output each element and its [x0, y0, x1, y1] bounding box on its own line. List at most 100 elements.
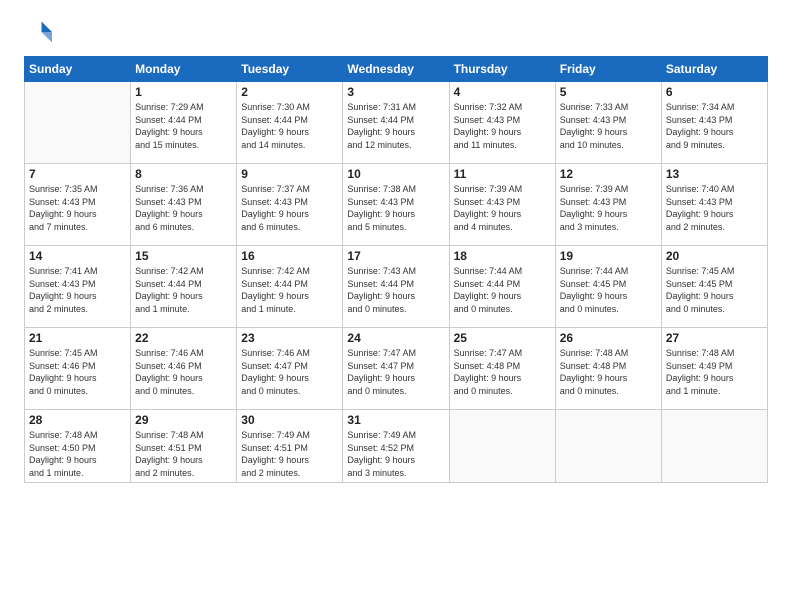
- day-info: Sunrise: 7:45 AMSunset: 4:45 PMDaylight:…: [666, 265, 763, 315]
- header: [24, 18, 768, 46]
- calendar-cell: 29Sunrise: 7:48 AMSunset: 4:51 PMDayligh…: [131, 410, 237, 483]
- calendar-cell: 9Sunrise: 7:37 AMSunset: 4:43 PMDaylight…: [237, 164, 343, 246]
- day-number: 31: [347, 413, 444, 427]
- calendar-cell: 8 Sunrise: 7:36 AMSunset: 4:43 PMDaylight…: [131, 164, 237, 246]
- day-number: 20: [666, 249, 763, 263]
- calendar-cell: 21 Sunrise: 7:45 AMSunset: 4:46 PMDayligh…: [25, 328, 131, 410]
- calendar-cell: 1 Sunrise: 7:29 AMSunset: 4:44 PMDaylight…: [131, 82, 237, 164]
- week-row-3: 14 Sunrise: 7:41 AMSunset: 4:43 PMDayligh…: [25, 246, 768, 328]
- weekday-header-row: SundayMondayTuesdayWednesdayThursdayFrid…: [25, 57, 768, 82]
- calendar-cell: [661, 410, 767, 483]
- week-row-4: 21 Sunrise: 7:45 AMSunset: 4:46 PMDayligh…: [25, 328, 768, 410]
- day-info: Sunrise: 7:38 AMSunset: 4:43 PMDaylight:…: [347, 183, 444, 233]
- day-number: 15: [135, 249, 232, 263]
- week-row-1: 1 Sunrise: 7:29 AMSunset: 4:44 PMDaylight…: [25, 82, 768, 164]
- calendar-cell: 7 Sunrise: 7:35 AMSunset: 4:43 PMDaylight…: [25, 164, 131, 246]
- day-info: Sunrise: 7:45 AMSunset: 4:46 PMDaylight:…: [29, 347, 126, 397]
- day-number: 3: [347, 85, 444, 99]
- day-info: Sunrise: 7:41 AMSunset: 4:43 PMDaylight:…: [29, 265, 126, 315]
- day-number: 13: [666, 167, 763, 181]
- day-number: 10: [347, 167, 444, 181]
- calendar-cell: 23 Sunrise: 7:46 AMSunset: 4:47 PMDayligh…: [237, 328, 343, 410]
- day-number: 23: [241, 331, 338, 345]
- day-number: 9: [241, 167, 338, 181]
- calendar-cell: 18 Sunrise: 7:44 AMSunset: 4:44 PMDayligh…: [449, 246, 555, 328]
- calendar-cell: 16 Sunrise: 7:42 AMSunset: 4:44 PMDayligh…: [237, 246, 343, 328]
- calendar-cell: 14 Sunrise: 7:41 AMSunset: 4:43 PMDayligh…: [25, 246, 131, 328]
- day-info: Sunrise: 7:35 AMSunset: 4:43 PMDaylight:…: [29, 183, 126, 233]
- day-info: Sunrise: 7:47 AMSunset: 4:48 PMDaylight:…: [454, 347, 551, 397]
- day-info: Sunrise: 7:34 AMSunset: 4:43 PMDaylight:…: [666, 101, 763, 151]
- day-info: Sunrise: 7:29 AMSunset: 4:44 PMDaylight:…: [135, 101, 232, 151]
- day-number: 1: [135, 85, 232, 99]
- day-info: Sunrise: 7:43 AMSunset: 4:44 PMDaylight:…: [347, 265, 444, 315]
- day-number: 12: [560, 167, 657, 181]
- weekday-header-tuesday: Tuesday: [237, 57, 343, 82]
- weekday-header-thursday: Thursday: [449, 57, 555, 82]
- day-info: Sunrise: 7:44 AMSunset: 4:45 PMDaylight:…: [560, 265, 657, 315]
- day-info: Sunrise: 7:42 AMSunset: 4:44 PMDaylight:…: [241, 265, 338, 315]
- day-number: 2: [241, 85, 338, 99]
- calendar-cell: 24Sunrise: 7:47 AMSunset: 4:47 PMDayligh…: [343, 328, 449, 410]
- calendar-cell: 11 Sunrise: 7:39 AMSunset: 4:43 PMDayligh…: [449, 164, 555, 246]
- day-info: Sunrise: 7:49 AMSunset: 4:51 PMDaylight:…: [241, 429, 338, 479]
- calendar-cell: 12 Sunrise: 7:39 AMSunset: 4:43 PMDayligh…: [555, 164, 661, 246]
- day-number: 8: [135, 167, 232, 181]
- calendar-cell: 10 Sunrise: 7:38 AMSunset: 4:43 PMDayligh…: [343, 164, 449, 246]
- day-number: 14: [29, 249, 126, 263]
- day-number: 22: [135, 331, 232, 345]
- calendar-cell: 19Sunrise: 7:44 AMSunset: 4:45 PMDayligh…: [555, 246, 661, 328]
- calendar-cell: 25 Sunrise: 7:47 AMSunset: 4:48 PMDayligh…: [449, 328, 555, 410]
- calendar-cell: 2 Sunrise: 7:30 AMSunset: 4:44 PMDaylight…: [237, 82, 343, 164]
- week-row-5: 28Sunrise: 7:48 AMSunset: 4:50 PMDayligh…: [25, 410, 768, 483]
- day-number: 21: [29, 331, 126, 345]
- calendar-cell: 28Sunrise: 7:48 AMSunset: 4:50 PMDayligh…: [25, 410, 131, 483]
- calendar-cell: [555, 410, 661, 483]
- calendar: SundayMondayTuesdayWednesdayThursdayFrid…: [24, 56, 768, 483]
- day-info: Sunrise: 7:48 AMSunset: 4:49 PMDaylight:…: [666, 347, 763, 397]
- day-info: Sunrise: 7:42 AMSunset: 4:44 PMDaylight:…: [135, 265, 232, 315]
- week-row-2: 7 Sunrise: 7:35 AMSunset: 4:43 PMDaylight…: [25, 164, 768, 246]
- weekday-header-monday: Monday: [131, 57, 237, 82]
- day-number: 6: [666, 85, 763, 99]
- day-info: Sunrise: 7:30 AMSunset: 4:44 PMDaylight:…: [241, 101, 338, 151]
- day-number: 5: [560, 85, 657, 99]
- day-info: Sunrise: 7:46 AMSunset: 4:46 PMDaylight:…: [135, 347, 232, 397]
- calendar-cell: 26Sunrise: 7:48 AMSunset: 4:48 PMDayligh…: [555, 328, 661, 410]
- day-number: 18: [454, 249, 551, 263]
- calendar-cell: 20 Sunrise: 7:45 AMSunset: 4:45 PMDayligh…: [661, 246, 767, 328]
- day-number: 25: [454, 331, 551, 345]
- day-number: 16: [241, 249, 338, 263]
- day-info: Sunrise: 7:40 AMSunset: 4:43 PMDaylight:…: [666, 183, 763, 233]
- logo: [24, 18, 56, 46]
- day-number: 30: [241, 413, 338, 427]
- calendar-cell: 13 Sunrise: 7:40 AMSunset: 4:43 PMDayligh…: [661, 164, 767, 246]
- weekday-header-wednesday: Wednesday: [343, 57, 449, 82]
- weekday-header-friday: Friday: [555, 57, 661, 82]
- day-info: Sunrise: 7:48 AMSunset: 4:51 PMDaylight:…: [135, 429, 232, 479]
- calendar-cell: 6 Sunrise: 7:34 AMSunset: 4:43 PMDaylight…: [661, 82, 767, 164]
- day-info: Sunrise: 7:48 AMSunset: 4:50 PMDaylight:…: [29, 429, 126, 479]
- day-number: 11: [454, 167, 551, 181]
- calendar-cell: 15 Sunrise: 7:42 AMSunset: 4:44 PMDayligh…: [131, 246, 237, 328]
- day-number: 7: [29, 167, 126, 181]
- day-info: Sunrise: 7:39 AMSunset: 4:43 PMDaylight:…: [454, 183, 551, 233]
- day-info: Sunrise: 7:44 AMSunset: 4:44 PMDaylight:…: [454, 265, 551, 315]
- day-info: Sunrise: 7:39 AMSunset: 4:43 PMDaylight:…: [560, 183, 657, 233]
- calendar-cell: 4Sunrise: 7:32 AMSunset: 4:43 PMDaylight…: [449, 82, 555, 164]
- day-number: 4: [454, 85, 551, 99]
- calendar-cell: [25, 82, 131, 164]
- day-info: Sunrise: 7:47 AMSunset: 4:47 PMDaylight:…: [347, 347, 444, 397]
- day-number: 26: [560, 331, 657, 345]
- calendar-cell: 17 Sunrise: 7:43 AMSunset: 4:44 PMDayligh…: [343, 246, 449, 328]
- day-info: Sunrise: 7:36 AMSunset: 4:43 PMDaylight:…: [135, 183, 232, 233]
- day-number: 17: [347, 249, 444, 263]
- calendar-cell: 22 Sunrise: 7:46 AMSunset: 4:46 PMDayligh…: [131, 328, 237, 410]
- calendar-cell: 31 Sunrise: 7:49 AMSunset: 4:52 PMDayligh…: [343, 410, 449, 483]
- weekday-header-sunday: Sunday: [25, 57, 131, 82]
- day-info: Sunrise: 7:49 AMSunset: 4:52 PMDaylight:…: [347, 429, 444, 479]
- day-number: 27: [666, 331, 763, 345]
- calendar-cell: 27 Sunrise: 7:48 AMSunset: 4:49 PMDayligh…: [661, 328, 767, 410]
- day-info: Sunrise: 7:46 AMSunset: 4:47 PMDaylight:…: [241, 347, 338, 397]
- logo-icon: [24, 18, 52, 46]
